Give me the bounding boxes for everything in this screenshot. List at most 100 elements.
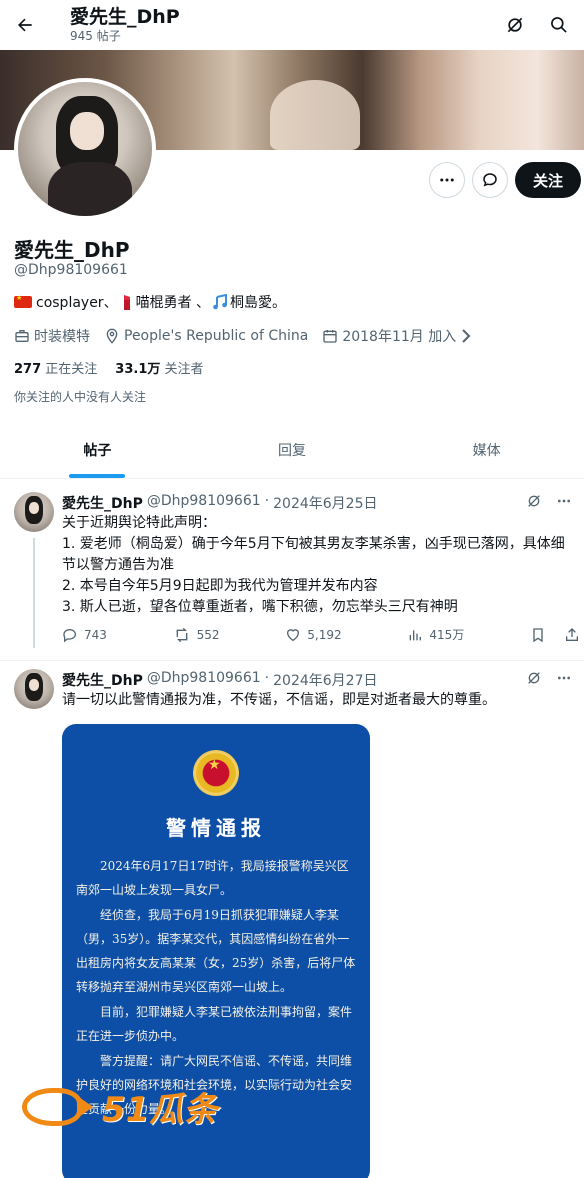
post-header: 愛先生_DhP @Dhp98109661 · 2024年6月25日 [62,493,377,513]
more-icon [440,178,454,182]
following-count: 277 [14,362,42,377]
post-text: 关于近期舆论特此声明： 1. 爱老师（桐岛爱）确于今年5月下旬被其男友李某杀害，… [62,513,578,618]
message-button[interactable] [471,162,508,198]
post-line: 1. 爱老师（桐岛爱）确于今年5月下旬被其男友李某杀害，凶手现已落网，具体细节以… [62,536,565,573]
post-header: 愛先生_DhP @Dhp98109661 · 2024年6月27日 [62,670,377,690]
banner-figure [270,80,360,150]
grok-icon [507,17,523,33]
tab-posts[interactable]: 帖子 [0,422,195,478]
top-bar: 愛先生_DhP 945 帖子 [0,0,584,50]
followers-label: 关注者 [164,362,204,377]
joined-text: 2018年11月 加入 [342,329,457,345]
search-button[interactable] [540,6,578,44]
views-button[interactable]: 415万 [407,626,464,643]
followers-count: 33.1万 [115,362,161,377]
analytics-icon [409,629,422,640]
post-avatar[interactable] [14,492,54,532]
post-line: 3. 斯人已逝，望各位尊重逝者，嘴下积德，勿忘举头三尺有神明 [62,599,458,615]
profile-actions: 关注 [428,162,581,198]
tab-media[interactable]: 媒体 [389,422,584,478]
share-icon[interactable] [564,627,580,643]
profile-bio: cosplayer、 喵棍勇者 、 桐島愛。 [14,292,286,312]
tab-replies[interactable]: 回复 [195,422,390,478]
post-date[interactable]: 2024年6月25日 [273,493,377,513]
watermark-text: 51瓜条 [102,1090,218,1130]
post-count: 945 帖子 [70,29,121,43]
followers-you-know: 你关注的人中没有人关注 [14,390,147,404]
briefcase-icon [15,330,29,342]
profile-handle: @Dhp98109661 [14,262,128,278]
bio-text-3: 桐島愛。 [230,295,287,311]
like-button[interactable]: 5,192 [285,627,342,643]
reply-icon [63,628,77,642]
profile-avatar[interactable] [14,78,156,220]
post-author[interactable]: 愛先生_DhP [62,493,143,513]
post-line: 关于近期舆论特此声明： [62,515,216,531]
notice-title: 警情通报 [166,816,266,840]
notice-paragraph: 目前，犯罪嫌疑人李某已被依法刑事拘留，案件正在进一步侦办中。 [76,1005,353,1043]
post-author[interactable]: 愛先生_DhP [62,670,143,690]
watermark: 51瓜条 [22,1082,217,1131]
grok-icon[interactable] [526,670,542,686]
following-label: 正在关注 [45,362,98,377]
like-count: 5,192 [307,627,342,642]
post-actions: 743 552 5,192 415万 [62,626,580,643]
post-avatar[interactable] [14,669,54,709]
china-flag-icon [14,294,32,308]
header-titles: 愛先生_DhP 945 帖子 [70,6,180,44]
location-pin-icon [106,328,118,344]
reply-count: 743 [84,627,107,642]
post-divider [0,660,584,661]
location-item: People's Republic of China [104,328,308,344]
profile-name: 愛先生_DhP [14,238,130,262]
bookmark-icon[interactable] [530,627,546,643]
notice-paragraph: 经侦查，我局于6月19日抓获犯罪嫌疑人李某（男，35岁）。据李某交代，其因感情纠… [76,908,356,994]
grok-button[interactable] [496,6,534,44]
bio-text-1: cosplayer、 [36,295,118,311]
heart-icon [287,628,300,641]
search-icon [551,17,567,33]
post-text: 请一切以此警情通报为准，不传谣，不信谣，即是对逝者最大的尊重。 [62,692,496,708]
back-button[interactable] [0,0,50,50]
police-badge-icon [193,750,239,796]
profile-meta: 时装模特 People's Republic of China 2018年11月… [14,326,486,346]
post-line: 2. 本号自今年5月9日起即为我代为管理并发布内容 [62,578,378,594]
bio-text-2: 喵棍勇者 、 [135,295,211,311]
profession-text: 时装模特 [34,329,90,345]
more-icon[interactable] [556,670,572,686]
followers-link[interactable]: 33.1万 关注者 [115,358,203,377]
profile-tabs: 帖子 回复 媒体 [0,422,584,479]
chevron-right-icon [462,329,471,343]
profile-stats: 277 正在关注 33.1万 关注者 [14,358,204,377]
view-count: 415万 [429,628,465,642]
more-icon[interactable] [556,493,572,509]
header-name: 愛先生_DhP [70,6,180,28]
repost-count: 552 [196,627,220,642]
post-date[interactable]: 2024年6月27日 [273,670,377,690]
reply-button[interactable]: 743 [62,627,107,643]
post-separator: · [264,493,270,509]
calendar-icon [323,330,337,343]
fish-logo-icon [22,1087,93,1126]
post-end-actions [530,627,580,643]
notice-paragraph: 2024年6月17日17时许，我局接报警称吴兴区南郊一山坡上发现一具女尸。 [76,859,349,897]
location-text: People's Republic of China [124,328,309,344]
arrow-left-icon [18,18,32,32]
post-separator: · [264,670,270,686]
thread-line [33,538,35,648]
follow-button[interactable]: 关注 [514,162,581,198]
repost-icon [176,627,187,642]
repost-button[interactable]: 552 [173,627,220,643]
message-icon [483,173,497,187]
post-handle[interactable]: @Dhp98109661 [147,670,261,690]
post-handle[interactable]: @Dhp98109661 [147,493,261,513]
grok-icon[interactable] [526,493,542,509]
lipstick-icon [123,295,130,310]
post-menu [526,493,572,509]
following-link[interactable]: 277 正在关注 [14,358,97,377]
more-button[interactable] [428,162,465,198]
music-note-icon [213,294,228,310]
post-menu [526,670,572,686]
joined-item[interactable]: 2018年11月 加入 [322,326,472,346]
profession-item: 时装模特 [14,326,90,346]
